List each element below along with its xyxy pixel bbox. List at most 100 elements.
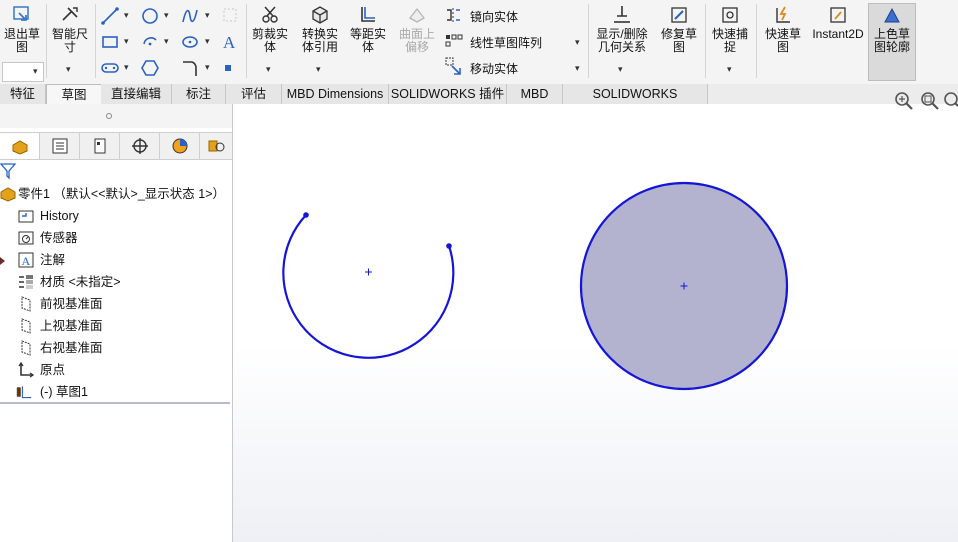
tab-display-manager[interactable] bbox=[160, 133, 200, 159]
tab-solidworks-inspection[interactable]: SOLIDWORKS Inspection bbox=[563, 84, 708, 121]
arc-icon[interactable] bbox=[140, 32, 160, 52]
point-icon[interactable] bbox=[222, 62, 234, 74]
display-manager-icon bbox=[172, 138, 187, 154]
tree-item-sensors[interactable]: 传感器 bbox=[0, 227, 232, 249]
quick-snaps-button[interactable]: 快速捕捉 bbox=[708, 4, 752, 54]
rapid-sketch-button[interactable]: 快速草图 bbox=[760, 4, 806, 54]
chevron-down-icon[interactable]: ▾ bbox=[124, 10, 129, 21]
exit-sketch-button[interactable]: 退出草图 bbox=[0, 4, 44, 54]
rapid-sketch-icon bbox=[776, 6, 790, 23]
offset-on-surface-button[interactable]: 曲面上偏移 bbox=[395, 4, 439, 54]
chevron-down-icon[interactable]: ▾ bbox=[205, 62, 210, 73]
tab-feature-manager[interactable] bbox=[0, 133, 40, 159]
chevron-down-icon: ▾ bbox=[33, 66, 38, 76]
exit-sketch-dropdown[interactable]: ▾ bbox=[2, 62, 44, 82]
quick-snap-label: 快速捕捉 bbox=[711, 27, 748, 54]
polygon-icon[interactable] bbox=[140, 58, 160, 78]
repair-sketch-icon bbox=[671, 7, 687, 23]
annotation-icon: A bbox=[18, 252, 34, 268]
chevron-down-icon[interactable]: ▾ bbox=[205, 36, 210, 47]
smart-dimension-button[interactable]: 智能尺寸 bbox=[48, 4, 92, 54]
text-icon[interactable]: A bbox=[220, 31, 240, 53]
tree-item-origin[interactable]: 原点 bbox=[0, 359, 232, 381]
tab-appearance[interactable] bbox=[200, 133, 232, 159]
offset-entities-button[interactable]: 等距实体 bbox=[346, 4, 390, 54]
chevron-down-icon[interactable]: ▾ bbox=[575, 37, 580, 48]
tab-markup[interactable]: 标注 bbox=[172, 84, 226, 104]
slot-icon[interactable] bbox=[100, 58, 120, 78]
sketch-viewport[interactable] bbox=[233, 104, 958, 542]
tree-item-history[interactable]: History bbox=[0, 205, 232, 227]
linear-pattern-icon[interactable] bbox=[444, 32, 464, 50]
tab-mbd[interactable]: MBD bbox=[507, 84, 563, 104]
tree-item-annotations[interactable]: A 注解 bbox=[0, 249, 232, 271]
chevron-down-icon[interactable]: ▾ bbox=[316, 64, 321, 75]
tree-item-sketch1[interactable]: (-) 草图1 bbox=[0, 381, 232, 403]
fillet-icon[interactable] bbox=[180, 58, 200, 78]
chevron-down-icon[interactable]: ▾ bbox=[205, 10, 210, 21]
tree-item-material[interactable]: 材质 <未指定> bbox=[0, 271, 232, 293]
expand-arrow-icon[interactable] bbox=[0, 257, 6, 265]
command-manager-ribbon: 退出草图 ▾ 智能尺寸 ▾ ▾ ▾ ▾ ▾ ▾ ▾ A ▾ ▾ 剪裁实体 ▾ 转… bbox=[0, 0, 958, 85]
chevron-down-icon[interactable]: ▾ bbox=[266, 64, 271, 75]
instant2d-button[interactable]: Instant2D bbox=[810, 4, 866, 41]
convert-icon bbox=[312, 6, 328, 24]
graphics-area[interactable] bbox=[233, 92, 958, 542]
ellipse-icon[interactable] bbox=[180, 32, 200, 52]
tree-item-right-plane[interactable]: 右视基准面 bbox=[0, 337, 232, 359]
tab-solidworks-addins[interactable]: SOLIDWORKS 插件 bbox=[389, 84, 507, 104]
move-label[interactable]: 移动实体 bbox=[470, 60, 518, 77]
chevron-down-icon[interactable]: ▾ bbox=[66, 64, 71, 75]
chevron-down-icon[interactable]: ▾ bbox=[164, 36, 169, 47]
arc-center-mark[interactable] bbox=[365, 268, 372, 276]
history-icon bbox=[18, 210, 34, 223]
rollback-bar[interactable] bbox=[0, 402, 230, 404]
crosshair-icon bbox=[131, 138, 148, 154]
chevron-down-icon[interactable]: ▾ bbox=[618, 64, 623, 75]
chevron-down-icon[interactable]: ▾ bbox=[164, 10, 169, 21]
tab-configuration-manager[interactable] bbox=[80, 133, 120, 159]
surface-offset-icon bbox=[409, 7, 425, 23]
tree-item-front-plane[interactable]: 前视基准面 bbox=[0, 293, 232, 315]
tab-features[interactable]: 特征 bbox=[0, 84, 46, 104]
arc-end-point[interactable] bbox=[446, 243, 452, 249]
arc-start-point[interactable] bbox=[303, 212, 309, 218]
trim-entities-button[interactable]: 剪裁实体 bbox=[248, 4, 292, 54]
linear-pattern-label[interactable]: 线性草图阵列 bbox=[470, 34, 542, 51]
chevron-down-icon[interactable]: ▾ bbox=[124, 36, 129, 47]
line-icon[interactable] bbox=[100, 6, 120, 26]
circle-icon[interactable] bbox=[140, 6, 160, 26]
filter-icon[interactable] bbox=[0, 162, 16, 180]
tree-item-label: (-) 草图1 bbox=[40, 385, 88, 399]
mirror-label[interactable]: 镜向实体 bbox=[470, 8, 518, 25]
svg-text:A: A bbox=[223, 33, 236, 52]
tab-evaluate[interactable]: 评估 bbox=[226, 84, 282, 104]
part-icon bbox=[0, 187, 16, 202]
move-icon[interactable] bbox=[444, 56, 464, 76]
mirror-icon[interactable] bbox=[444, 6, 464, 24]
display-delete-relations-button[interactable]: 显示/删除几何关系 bbox=[590, 4, 654, 54]
offset-label: 等距实体 bbox=[349, 27, 386, 54]
shaded-sketch-contours-button[interactable]: 上色草图轮廓 bbox=[868, 3, 916, 81]
chevron-down-icon[interactable]: ▾ bbox=[124, 62, 129, 73]
origin-icon bbox=[18, 362, 34, 378]
separator bbox=[46, 4, 47, 78]
spline-icon[interactable] bbox=[180, 6, 200, 26]
tab-dimxpert-manager[interactable] bbox=[120, 133, 160, 159]
rectangle-icon[interactable] bbox=[100, 32, 120, 52]
tab-property-manager[interactable] bbox=[40, 133, 80, 159]
repair-sketch-button[interactable]: 修复草图 bbox=[657, 4, 701, 54]
tree-root-part[interactable]: 零件1 （默认<<默认>_显示状态 1>） bbox=[0, 183, 232, 205]
tab-direct-edit[interactable]: 直接编辑 bbox=[101, 84, 172, 104]
panel-handle[interactable] bbox=[0, 104, 232, 128]
tab-mbd-dimensions[interactable]: MBD Dimensions bbox=[282, 84, 389, 104]
plane-icon bbox=[21, 318, 31, 334]
tree-item-top-plane[interactable]: 上视基准面 bbox=[0, 315, 232, 337]
chevron-down-icon[interactable]: ▾ bbox=[575, 63, 580, 74]
convert-entities-button[interactable]: 转换实体引用 bbox=[297, 4, 343, 54]
sketch-icon bbox=[16, 386, 32, 399]
grip-icon bbox=[106, 113, 112, 119]
tab-sketch[interactable]: 草图 bbox=[46, 84, 102, 105]
chevron-down-icon[interactable]: ▾ bbox=[727, 64, 732, 75]
sketch-arc[interactable] bbox=[282, 214, 455, 359]
